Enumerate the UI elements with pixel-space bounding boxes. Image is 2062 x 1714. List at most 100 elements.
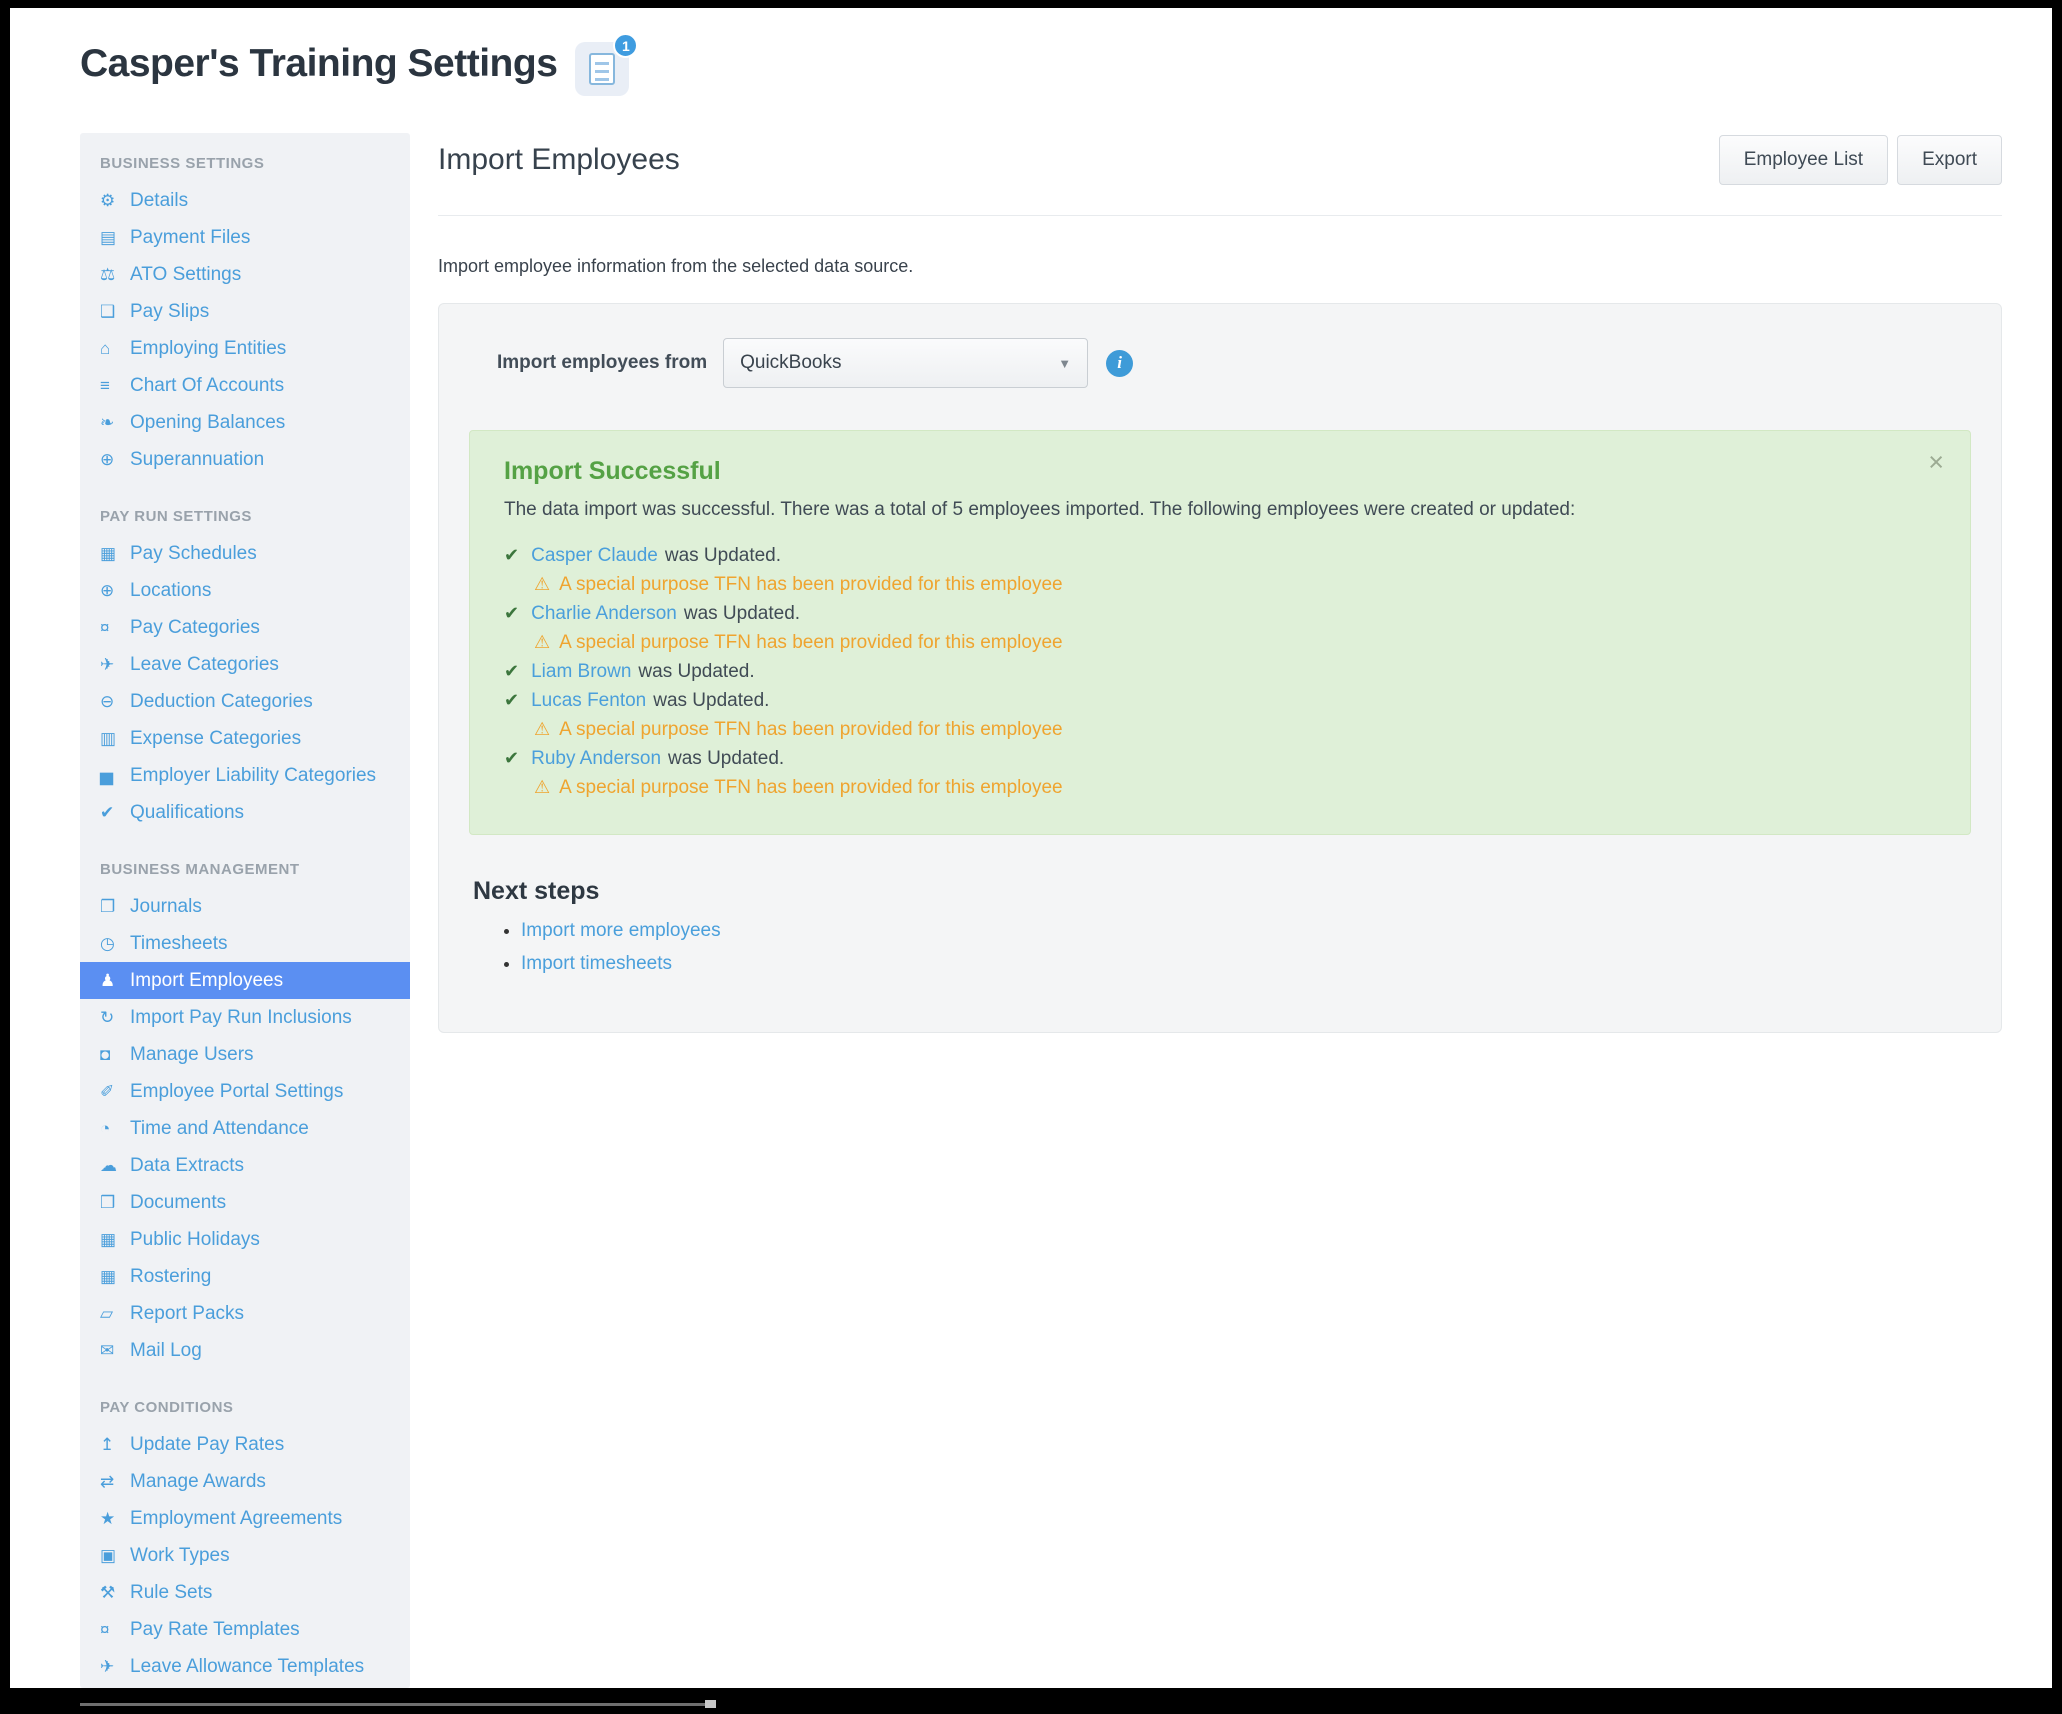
notes-button[interactable]: 1	[575, 33, 639, 96]
sidebar-item-employee-portal-settings[interactable]: ✐ Employee Portal Settings	[80, 1073, 410, 1110]
import-results-list: ✔ Casper Claude was Updated. ⚠ A special pur…	[504, 541, 1936, 802]
export-button[interactable]: Export	[1897, 135, 2002, 185]
employee-link[interactable]: Ruby Anderson	[531, 744, 661, 773]
lock-icon: ◘	[100, 1044, 111, 1064]
intro-text: Import employee information from the sel…	[438, 256, 914, 276]
warning-text: A special purpose TFN has been provided …	[559, 719, 1063, 740]
sidebar-item-label: Employee Portal Settings	[130, 1080, 344, 1102]
sidebar-item-pay-schedules[interactable]: ▦ Pay Schedules	[80, 535, 410, 572]
sidebar-item-employing-entities[interactable]: ⌂ Employing Entities	[80, 330, 410, 367]
sidebar-item-rostering[interactable]: ▦ Rostering	[80, 1258, 410, 1295]
warning-text: A special purpose TFN has been provided …	[559, 574, 1063, 595]
clipped-bottom-fragment	[705, 1700, 716, 1708]
sidebar-item-time-and-attendance[interactable]: ◔ Time and Attendance	[80, 1110, 410, 1147]
sidebar-item-public-holidays[interactable]: ▦ Public Holidays	[80, 1221, 410, 1258]
main-header-row: Import Employees Employee List Export	[438, 133, 2002, 187]
sidebar-item-work-types[interactable]: ▣ Work Types	[80, 1537, 410, 1574]
employee-link[interactable]: Liam Brown	[531, 657, 631, 686]
sidebar-item-ato-settings[interactable]: ⚖ ATO Settings	[80, 256, 410, 293]
bank-icon: ⌂	[100, 338, 111, 358]
employee-warning: ⚠ A special purpose TFN has been provided…	[534, 628, 1936, 657]
chevron-down-icon: ▼	[1058, 355, 1072, 371]
selected-source-value: QuickBooks	[740, 352, 842, 373]
sidebar-item-label: Data Extracts	[130, 1154, 245, 1176]
sidebar-section-header: PAY CONDITIONS	[100, 1399, 234, 1416]
sidebar-item-qualifications[interactable]: ✔ Qualifications	[80, 794, 410, 831]
sidebar-item-journals[interactable]: ❐ Journals	[80, 888, 410, 925]
employee-link[interactable]: Lucas Fenton	[531, 686, 646, 715]
money-up-icon: ↥	[100, 1434, 115, 1454]
next-step-item: Import timesheets	[521, 953, 1971, 975]
calendar-icon: ▦	[100, 1229, 117, 1249]
sidebar-item-update-pay-rates[interactable]: ↥ Update Pay Rates	[80, 1426, 410, 1463]
sidebar-item-rule-sets[interactable]: ⚒ Rule Sets	[80, 1574, 410, 1611]
sidebar-item-deduction-categories[interactable]: ⊖ Deduction Categories	[80, 683, 410, 720]
sidebar-item-pay-slips[interactable]: ❑ Pay Slips	[80, 293, 410, 330]
warning-text: A special purpose TFN has been provided …	[559, 777, 1063, 798]
sidebar-item-data-extracts[interactable]: ☁ Data Extracts	[80, 1147, 410, 1184]
sidebar-item-leave-categories[interactable]: ✈ Leave Categories	[80, 646, 410, 683]
next-step-link[interactable]: Import timesheets	[521, 953, 672, 974]
folder-icon: ❒	[100, 1192, 116, 1212]
sidebar-item-details[interactable]: ⚙ Details	[80, 182, 410, 219]
info-icon[interactable]: i	[1106, 349, 1134, 377]
calendar-icon: ▦	[100, 543, 117, 563]
import-result-row: ✔ Lucas Fenton was Updated.	[504, 686, 1936, 715]
sidebar-item-label: Chart Of Accounts	[130, 374, 285, 396]
employee-link[interactable]: Charlie Anderson	[531, 599, 677, 628]
app-window: Casper's Training Settings 1 BUSINESS SE…	[10, 8, 2052, 1688]
employee-warning: ⚠ A special purpose TFN has been provided…	[534, 773, 1936, 802]
tools-icon: ⚒	[100, 1582, 116, 1602]
sidebar-item-label: Superannuation	[130, 448, 265, 470]
sidebar-item-pay-rate-templates[interactable]: ¤ Pay Rate Templates	[80, 1611, 410, 1648]
import-source-label: Import employees from	[497, 352, 708, 373]
sidebar-item-label: Import Employees	[130, 969, 284, 991]
sidebar-item-superannuation[interactable]: ⊕ Superannuation	[80, 441, 410, 478]
warning-icon: ⚠	[534, 632, 551, 652]
warning-text: A special purpose TFN has been provided …	[559, 632, 1063, 653]
sidebar-item-opening-balances[interactable]: ❧ Opening Balances	[80, 404, 410, 441]
minus-circle-icon: ⊖	[100, 691, 115, 711]
sidebar-item-import-pay-run-inclusions[interactable]: ↻ Import Pay Run Inclusions	[80, 999, 410, 1036]
sidebar-item-report-packs[interactable]: ▱ Report Packs	[80, 1295, 410, 1332]
check-icon: ✔	[504, 661, 520, 681]
sidebar-item-employment-agreements[interactable]: ★ Employment Agreements	[80, 1500, 410, 1537]
bar-chart-icon: ▅	[100, 765, 114, 785]
envelope-icon: ✉	[100, 1340, 115, 1360]
star-icon: ★	[100, 1508, 116, 1528]
sidebar-item-label: Manage Users	[130, 1043, 254, 1065]
sidebar-item-label: Locations	[130, 579, 212, 601]
sidebar-item-documents[interactable]: ❒ Documents	[80, 1184, 410, 1221]
sidebar-item-manage-awards[interactable]: ⇄ Manage Awards	[80, 1463, 410, 1500]
import-panel: Import employees from QuickBooks ▼ i × I…	[438, 303, 2002, 1033]
sidebar-item-label: Update Pay Rates	[130, 1433, 285, 1455]
sidebar-item-label: Manage Awards	[130, 1470, 266, 1492]
import-result-row: ✔ Charlie Anderson was Updated.	[504, 599, 1936, 628]
sidebar-item-pay-categories[interactable]: ¤ Pay Categories	[80, 609, 410, 646]
close-icon[interactable]: ×	[1928, 449, 1944, 476]
sidebar-item-leave-allowance-templates[interactable]: ✈ Leave Allowance Templates	[80, 1648, 410, 1685]
main-content: Import Employees Employee List Export Im…	[438, 133, 2002, 1033]
sidebar-item-chart-of-accounts[interactable]: ≡ Chart Of Accounts	[80, 367, 410, 404]
import-source-select[interactable]: QuickBooks ▼	[723, 338, 1089, 388]
sidebar-item-timesheets[interactable]: ◷ Timesheets	[80, 925, 410, 962]
employee-list-button[interactable]: Employee List	[1718, 135, 1889, 185]
sidebar-section-header: BUSINESS MANAGEMENT	[100, 861, 300, 878]
sidebar-item-import-employees[interactable]: ♟ Import Employees	[80, 962, 410, 999]
sidebar-item-manage-users[interactable]: ◘ Manage Users	[80, 1036, 410, 1073]
sidebar-item-employer-liability-categories[interactable]: ▅ Employer Liability Categories	[80, 757, 410, 794]
sidebar-item-label: Timesheets	[130, 932, 228, 954]
people-icon: ♟	[100, 970, 116, 990]
clock-icon: ◷	[100, 933, 115, 953]
sidebar-item-locations[interactable]: ⊕ Locations	[80, 572, 410, 609]
sidebar-item-label: Import Pay Run Inclusions	[130, 1006, 352, 1028]
sidebar-item-expense-categories[interactable]: ▥ Expense Categories	[80, 720, 410, 757]
sidebar-item-payment-files[interactable]: ▤ Payment Files	[80, 219, 410, 256]
sidebar-item-mail-log[interactable]: ✉ Mail Log	[80, 1332, 410, 1369]
sidebar-section-header: BUSINESS SETTINGS	[100, 155, 265, 172]
plane-icon: ✈	[100, 1656, 115, 1676]
next-step-link[interactable]: Import more employees	[521, 920, 721, 941]
sidebar-nav: BUSINESS SETTINGS ⚙ Details ▤ Payment Files ⚖…	[80, 133, 410, 1688]
employee-link[interactable]: Casper Claude	[531, 541, 658, 570]
sidebar-item-label: Pay Slips	[130, 300, 210, 322]
